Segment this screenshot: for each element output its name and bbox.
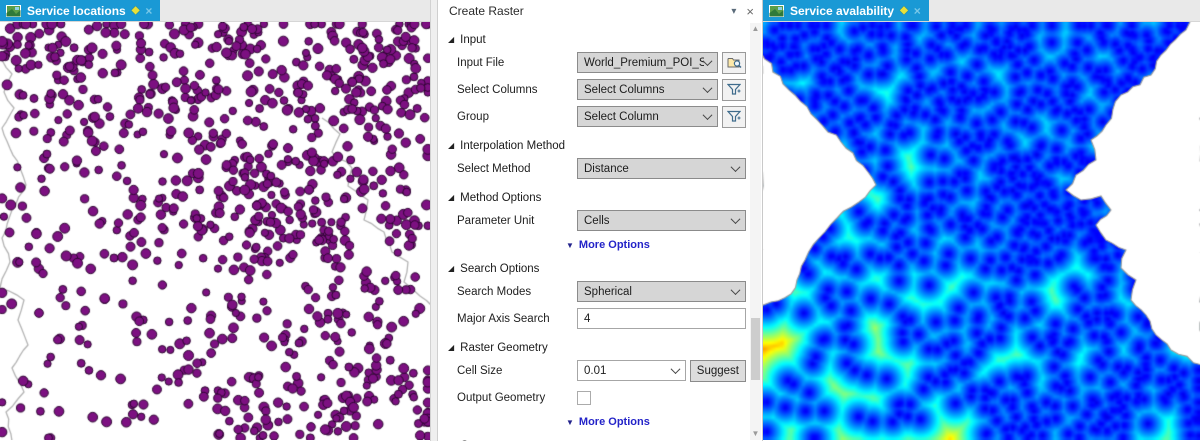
chevron-down-icon [670, 364, 681, 375]
search-modes-combo[interactable]: Spherical [577, 281, 746, 302]
chevron-down-icon [730, 214, 741, 225]
field-label: Parameter Unit [457, 214, 535, 227]
section-label: Raster Geometry [460, 341, 548, 354]
row-search-modes: Search Modes Spherical [448, 278, 746, 305]
section-label: Input [460, 33, 486, 46]
combo-value: Spherical [584, 285, 632, 298]
right-tabbar: Service avalability ◆ × [763, 0, 1200, 22]
combo-value: Select Columns [584, 83, 665, 96]
major-axis-search-input[interactable]: 4 [577, 308, 746, 329]
filter-group-button[interactable] [722, 105, 746, 128]
chevron-down-icon [702, 110, 713, 121]
tab-service-availability[interactable]: Service avalability ◆ × [763, 0, 929, 21]
more-options-label: More Options [578, 416, 650, 428]
section-header-raster-geometry[interactable]: ◢ Raster Geometry [448, 339, 746, 356]
scrollbar-thumb[interactable] [751, 317, 760, 380]
more-options-link-2[interactable]: ▼ More Options [566, 414, 746, 430]
tab-service-locations[interactable]: Service locations ◆ × [0, 0, 161, 21]
close-tab-icon[interactable]: × [914, 5, 921, 17]
select-method-combo[interactable]: Distance [577, 158, 746, 179]
row-select-columns: Select Columns Select Columns [448, 76, 746, 103]
scrollbar-track[interactable] [750, 35, 761, 428]
chevron-down-icon [702, 83, 713, 94]
row-output-geometry: Output Geometry [448, 384, 746, 411]
row-input-file: Input File World_Premium_POI_S [448, 49, 746, 76]
collapse-triangle-icon: ◢ [448, 140, 455, 150]
dock-menu-icon[interactable]: ▾ [731, 6, 736, 17]
tool-scrollbar[interactable]: ▲ ▼ [750, 23, 761, 440]
section-header-method-options[interactable]: ◢ Method Options [448, 189, 746, 206]
collapse-triangle-icon: ◢ [448, 192, 455, 202]
chevron-down-icon [730, 285, 741, 296]
collapse-triangle-icon: ◢ [448, 34, 455, 44]
filter-funnel-icon [727, 83, 741, 95]
close-tab-icon[interactable]: × [145, 5, 152, 17]
collapse-triangle-icon: ◢ [448, 342, 455, 352]
map-view-icon [6, 4, 21, 17]
input-file-combo[interactable]: World_Premium_POI_S [577, 52, 718, 73]
cell-size-combo[interactable]: 0.01 [577, 360, 686, 381]
expander-arrow-icon: ▼ [566, 417, 574, 427]
row-select-method: Select Method Distance [448, 155, 746, 182]
tool-title: Create Raster [449, 4, 524, 18]
row-group: Group Select Column [448, 103, 746, 130]
section-label: Method Options [460, 191, 542, 204]
service-locations-panel: Service locations ◆ × [0, 0, 430, 441]
collapse-triangle-icon: ◢ [448, 263, 455, 273]
field-label: Search Modes [457, 285, 532, 298]
output-geometry-checkbox[interactable] [577, 390, 591, 405]
more-options-link-1[interactable]: ▼ More Options [566, 237, 746, 253]
field-label: Major Axis Search [457, 312, 550, 325]
combo-value: 0.01 [584, 364, 607, 377]
group-combo[interactable]: Select Column [577, 106, 718, 127]
panel-divider[interactable] [430, 0, 438, 441]
combo-value: Select Column [584, 110, 659, 123]
gis-application: Service locations ◆ × Create Raster ▾ × … [0, 0, 1200, 441]
chevron-down-icon [702, 56, 713, 67]
field-label: Cell Size [457, 364, 503, 377]
more-options-label: More Options [578, 239, 650, 251]
chevron-down-icon [730, 162, 741, 173]
tool-titlebar: Create Raster ▾ × [438, 0, 762, 22]
service-availability-heatmap[interactable] [763, 22, 1200, 440]
combo-value: Cells [584, 214, 610, 227]
combo-value: World_Premium_POI_S [584, 56, 704, 69]
browse-file-button[interactable] [722, 51, 746, 74]
map-view-icon [769, 4, 784, 17]
link-view-icon[interactable]: ◆ [900, 5, 908, 16]
expander-arrow-icon: ▼ [566, 240, 574, 250]
field-label: Output Geometry [457, 391, 546, 404]
field-label: Select Columns [457, 83, 538, 96]
combo-value: Distance [584, 162, 629, 175]
link-view-icon[interactable]: ◆ [132, 5, 140, 16]
row-major-axis-search: Major Axis Search 4 [448, 305, 746, 332]
section-label: Search Options [460, 262, 540, 275]
field-label: Select Method [457, 162, 531, 175]
section-header-interpolation[interactable]: ◢ Interpolation Method [448, 137, 746, 154]
section-header-search-options[interactable]: ◢ Search Options [448, 260, 746, 277]
close-pane-icon[interactable]: × [746, 4, 754, 19]
field-label: Input File [457, 56, 505, 69]
filter-columns-button[interactable] [722, 78, 746, 101]
row-cell-size: Cell Size 0.01 Suggest [448, 357, 746, 384]
parameter-unit-combo[interactable]: Cells [577, 210, 746, 231]
field-label: Group [457, 110, 489, 123]
section-label: Interpolation Method [460, 139, 566, 152]
row-parameter-unit: Parameter Unit Cells [448, 207, 746, 234]
left-tabbar: Service locations ◆ × [0, 0, 430, 22]
scroll-down-icon[interactable]: ▼ [752, 428, 760, 440]
tab-title: Service locations [27, 3, 126, 18]
folder-browse-icon [727, 58, 741, 68]
filter-funnel-icon [727, 110, 741, 122]
scroll-up-icon[interactable]: ▲ [752, 23, 760, 35]
tool-form: ◢ Input Input File World_Premium_POI_S S… [438, 22, 762, 441]
create-raster-pane: Create Raster ▾ × ◢ Input Input File Wor… [438, 0, 763, 441]
service-locations-map[interactable] [0, 22, 430, 440]
tab-title: Service avalability [790, 3, 895, 18]
service-availability-panel: Service avalability ◆ × [763, 0, 1200, 441]
section-header-output[interactable]: ◢ Output [448, 437, 746, 441]
suggest-button[interactable]: Suggest [689, 359, 746, 382]
select-columns-combo[interactable]: Select Columns [577, 79, 718, 100]
section-header-input[interactable]: ◢ Input [448, 31, 746, 48]
